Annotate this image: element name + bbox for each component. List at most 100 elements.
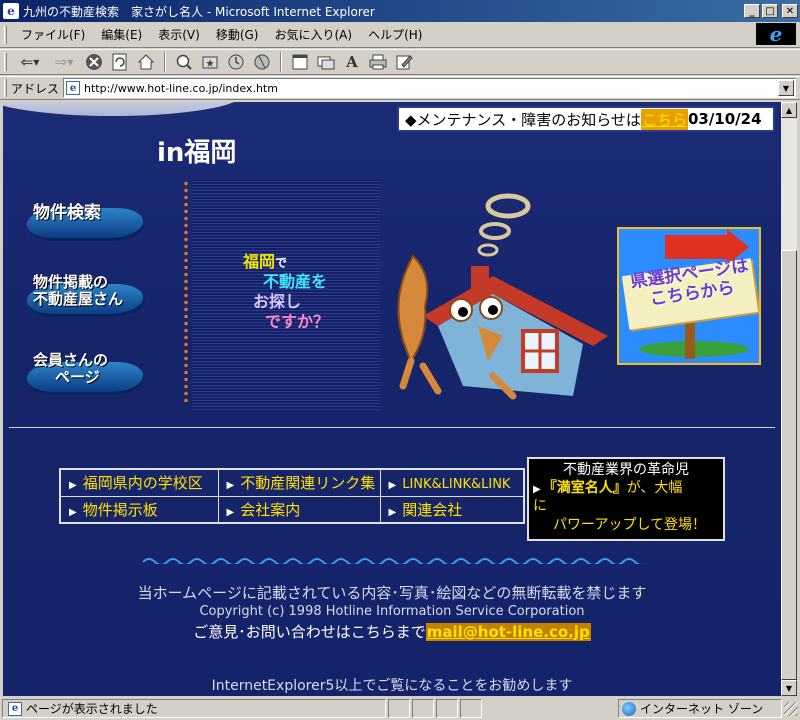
close-button[interactable]: ✕	[782, 4, 798, 18]
page-icon: e	[66, 81, 81, 95]
tagline-line2: 不動産を	[263, 272, 328, 291]
window-controls: _ □ ✕	[744, 4, 798, 18]
address-bar: アドレス e ▼	[0, 76, 800, 100]
window-title: 九州の不動産検索 家さがし名人 - Microsoft Internet Exp…	[23, 4, 375, 19]
agents-label-line2: 不動産屋さん	[33, 289, 124, 308]
link-school-district[interactable]: ▶ 福岡県内の学校区	[59, 468, 219, 497]
promo-box[interactable]: 不動産業界の革命児 ▶ 『満室名人』が、大幅 に パワーアップして登場！	[527, 457, 725, 541]
vertical-scrollbar[interactable]: ▲ ▼	[781, 102, 797, 696]
property-search-button[interactable]: 物件検索	[23, 198, 147, 242]
menu-view[interactable]: 表示(V)	[150, 24, 208, 45]
menu-edit[interactable]: 編集(E)	[93, 24, 150, 45]
agents-button[interactable]: 物件掲載の 不動産屋さん	[23, 274, 147, 318]
link-linklink-label: LINK&LINK&LINK	[402, 476, 511, 492]
promo-line1: 不動産業界の革命児	[563, 462, 689, 478]
header-swoosh	[3, 102, 243, 116]
notice-link[interactable]: こちら	[640, 108, 688, 130]
link-property-board[interactable]: ▶ 物件掲示板	[59, 495, 219, 524]
address-grip[interactable]	[4, 79, 7, 97]
link-company-info[interactable]: ▶ 会社案内	[217, 495, 381, 524]
prefecture-select-banner[interactable]: 県選択ページは こちらから	[617, 227, 761, 365]
zone-panel: インターネット ゾーン	[618, 699, 782, 718]
members-label-line1: 会員さんの	[33, 351, 109, 369]
forward-icon[interactable]: ⇒ ▼	[47, 51, 81, 73]
print-icon[interactable]	[365, 51, 391, 73]
ie-page-icon[interactable]: e	[3, 3, 19, 19]
wavy-divider	[143, 558, 643, 564]
table-row: ▶ 福岡県内の学校区 ▶ 不動産関連リンク集 ▶ LINK&LINK&LINK	[59, 468, 525, 497]
triangle-right-icon: ▶	[226, 480, 235, 492]
tagline-line1: 福岡で	[243, 252, 329, 272]
triangle-right-icon: ▶	[388, 479, 397, 491]
arrow-right-icon	[665, 235, 729, 259]
fullscreen-icon[interactable]	[287, 51, 313, 73]
promo-product-name: 『満室名人』	[542, 480, 627, 497]
home-icon[interactable]	[133, 51, 159, 73]
status-panel-empty	[436, 699, 458, 718]
notice-date: 03/10/24	[687, 110, 762, 128]
triangle-right-icon: ▶	[69, 480, 77, 492]
table-row: ▶ 物件掲示板 ▶ 会社案内 ▶ 関連会社	[59, 495, 525, 524]
page-title: in福岡	[157, 138, 237, 168]
sign-post	[685, 319, 695, 359]
address-input[interactable]	[84, 81, 778, 95]
mail-icon[interactable]	[313, 51, 339, 73]
address-dropdown-button[interactable]: ▼	[778, 80, 794, 96]
agents-label: 物件掲載の 不動産屋さん	[33, 274, 153, 307]
link-board-label: 物件掲示板	[82, 500, 158, 519]
scroll-down-button[interactable]: ▼	[781, 680, 797, 696]
members-label: 会員さんの ページ	[33, 352, 153, 385]
ie-logo-icon: e	[756, 23, 796, 45]
link-linklink[interactable]: ▶ LINK&LINK&LINK	[379, 468, 525, 497]
search-icon[interactable]	[171, 51, 197, 73]
members-button[interactable]: 会員さんの ページ	[23, 352, 147, 396]
channels-icon[interactable]	[249, 51, 275, 73]
promo-line4: パワーアップして登場！	[553, 516, 707, 533]
status-panel-empty	[388, 699, 410, 718]
smoke-ring	[479, 222, 511, 240]
promo-line3: に	[533, 498, 547, 515]
link-company-label: 会社案内	[240, 500, 301, 519]
menu-favorites[interactable]: お気に入り(A)	[266, 24, 360, 45]
globe-icon	[622, 701, 636, 716]
link-realestate-links[interactable]: ▶ 不動産関連リンク集	[217, 468, 381, 497]
menu-help[interactable]: ヘルプ(H)	[360, 24, 430, 45]
copyright-notice: 当ホームページに記載されている内容･写真･絵図などの無断転載を禁じます	[137, 584, 647, 602]
toolbar-separator	[164, 52, 166, 72]
refresh-icon[interactable]	[107, 51, 133, 73]
edit-icon[interactable]	[391, 51, 417, 73]
toolbar-grip[interactable]	[4, 53, 7, 71]
property-search-label: 物件検索	[33, 203, 101, 223]
maximize-button[interactable]: □	[762, 4, 778, 18]
notice-prefix: ◆メンテナンス・障害のお知らせは	[405, 110, 641, 129]
menu-go[interactable]: 移動(G)	[208, 24, 267, 45]
browser-recommendation: InternetExplorer5以上でご覧になることをお勧めします	[211, 678, 573, 694]
page-done-icon: e	[8, 701, 22, 716]
menu-file[interactable]: ファイル(F)	[13, 24, 93, 45]
menu-bar: ファイル(F) 編集(E) 表示(V) 移動(G) お気に入り(A) ヘルプ(H…	[0, 22, 800, 48]
minimize-button[interactable]: _	[744, 4, 760, 18]
status-text: ページが表示されました	[26, 702, 158, 716]
page-viewport: ◆メンテナンス・障害のお知らせは こちら 03/10/24 in福岡 物件検索 …	[3, 102, 781, 696]
stop-icon[interactable]	[81, 51, 107, 73]
link-related-label: 関連会社	[402, 500, 463, 519]
agents-label-line1: 物件掲載の	[33, 273, 109, 291]
link-related-companies[interactable]: ▶ 関連会社	[379, 495, 525, 524]
contact-email-link[interactable]: mail@hot-line.co.jp	[425, 623, 591, 641]
menu-grip[interactable]	[4, 25, 7, 44]
promo-line2: ▶ 『満室名人』が、大幅	[533, 479, 719, 497]
standard-toolbar: ⇐ ▼ ⇒ ▼ A	[0, 49, 800, 75]
history-icon[interactable]	[223, 51, 249, 73]
scroll-up-button[interactable]: ▲	[781, 102, 797, 118]
favorites-icon[interactable]	[197, 51, 223, 73]
status-bar: e ページが表示されました インターネット ゾーン	[0, 697, 800, 720]
horizontal-rule	[9, 427, 775, 428]
scroll-thumb[interactable]	[781, 250, 797, 680]
resize-grip-icon[interactable]	[784, 701, 798, 716]
triangle-right-icon: ▶	[388, 506, 397, 518]
font-icon[interactable]: A	[339, 51, 365, 73]
address-box[interactable]: e ▼	[63, 78, 796, 98]
status-panel-empty	[460, 699, 482, 718]
back-icon[interactable]: ⇐ ▼	[13, 51, 47, 73]
title-bar[interactable]: e 九州の不動産検索 家さがし名人 - Microsoft Internet E…	[0, 0, 800, 22]
